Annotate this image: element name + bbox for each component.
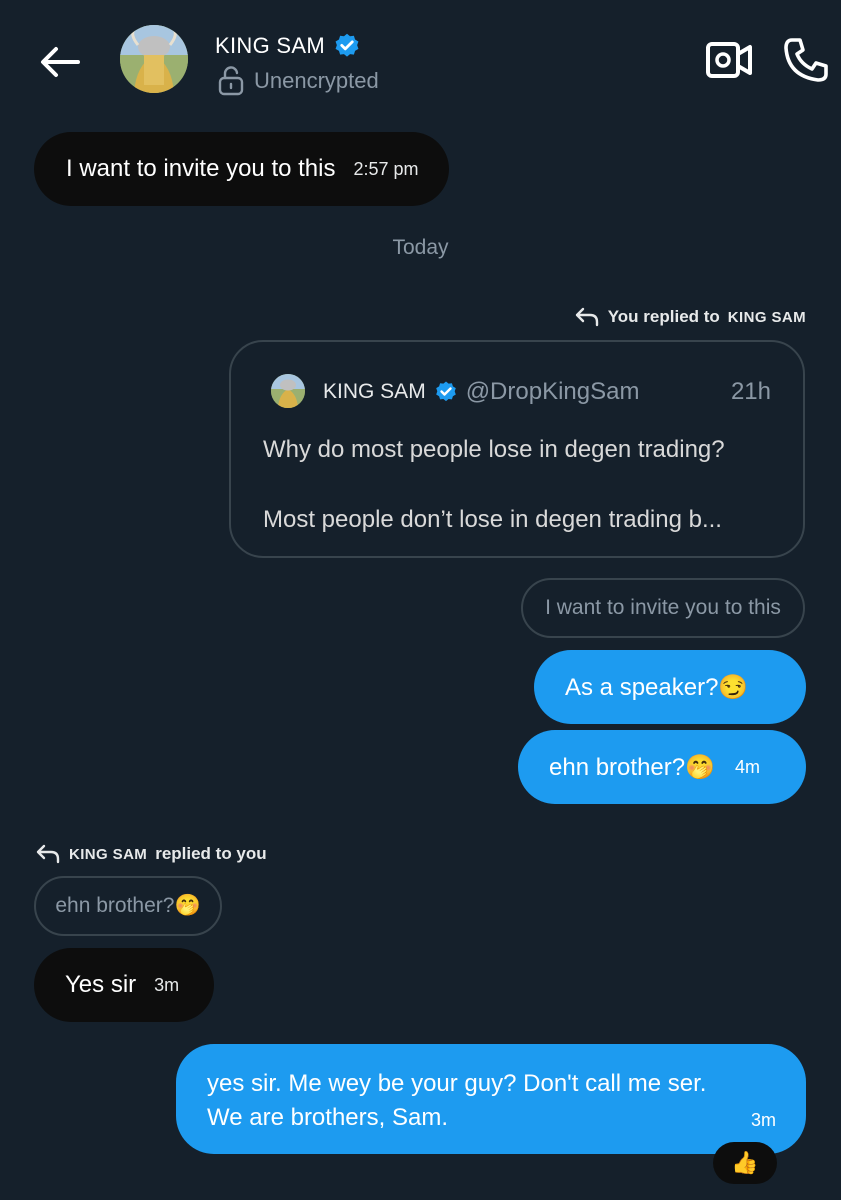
message-outgoing[interactable]: ehn brother?🤭 4m [518,730,806,804]
quoted-post-header: KING SAM @DropKingSam [323,378,639,406]
message-time: 3m [750,1110,776,1130]
reply-arrow-icon [36,844,60,864]
quoted-message[interactable]: ehn brother?🤭 [34,876,222,936]
reply-indicator-suffix: replied to you [155,844,267,863]
reply-indicator: You replied to KING SAM [574,306,806,328]
quoted-post-handle: @DropKingSam [465,378,640,405]
message-text: As a speaker?😏 [565,673,749,701]
reply-indicator: KING SAM replied to you [35,843,267,865]
contact-name-text: KING SAM [215,33,325,58]
message-time: 3m [154,974,180,995]
reply-indicator-name: KING SAM [727,308,806,326]
video-call-button[interactable] [704,38,754,82]
message-outgoing[interactable]: As a speaker?😏 [534,650,806,724]
back-arrow-icon [41,47,80,77]
day-separator: Today [392,236,449,259]
back-button[interactable] [32,38,88,86]
encryption-status: Unencrypted [218,66,379,96]
quoted-post-card[interactable]: KING SAM @DropKingSam 21h Why do most pe… [229,340,805,558]
message-time: 2:57 pm [353,158,419,179]
message-incoming[interactable]: I want to invite you to this 2:57 pm [34,132,449,206]
message-text-line-2: We are brothers, Sam. [207,1104,448,1131]
phone-icon [784,38,828,82]
message-text: Yes sir [65,971,137,998]
quoted-post-line-2: Most people don’t lose in degen trading … [263,506,722,533]
message-incoming[interactable]: Yes sir 3m [34,948,214,1022]
quoted-message[interactable]: I want to invite you to this [521,578,805,638]
thumbs-up-icon: 👍 [731,1150,759,1175]
quoted-message-text: I want to invite you to this [545,596,781,619]
contact-avatar[interactable] [120,25,188,93]
reply-indicator-prefix: You replied to [607,307,720,326]
message-reaction[interactable]: 👍 [713,1142,777,1184]
reply-arrow-icon [575,307,598,327]
contact-name[interactable]: KING SAM [215,32,361,60]
quoted-message-text: ehn brother?🤭 [55,894,201,917]
verified-badge-icon [335,33,359,57]
quoted-post-author: KING SAM [323,380,426,403]
unlocked-icon [218,66,244,96]
message-text-line-1: yes sir. Me wey be your guy? Don't call … [207,1070,707,1097]
quoted-post-avatar [271,374,305,408]
message-time: 4m [734,756,760,777]
video-call-icon [706,42,752,78]
encryption-status-text: Unencrypted [254,68,379,93]
message-text: ehn brother?🤭 [549,753,715,781]
message-text: I want to invite you to this [66,155,336,182]
reply-indicator-name: KING SAM [69,845,148,863]
message-outgoing[interactable]: yes sir. Me wey be your guy? Don't call … [176,1044,806,1154]
verified-badge-icon [435,381,456,402]
quoted-post-line-1: Why do most people lose in degen trading… [263,436,725,463]
quoted-post-time: 21h [730,378,771,405]
phone-call-button[interactable] [782,36,830,84]
